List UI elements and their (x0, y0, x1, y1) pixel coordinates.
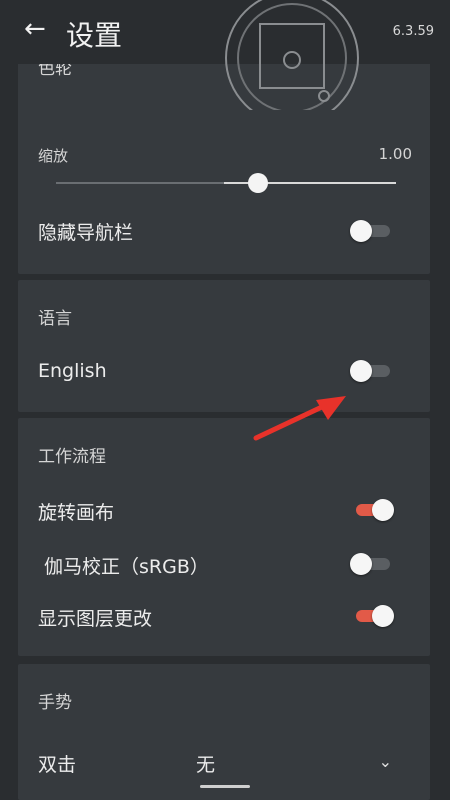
zoom-value: 1.00 (378, 145, 412, 163)
toggle-knob (372, 499, 394, 521)
language-card: 语言 English (18, 280, 430, 412)
rotate-canvas-toggle[interactable] (350, 499, 394, 521)
dropdown-underline (200, 785, 250, 788)
show-layer-changes-toggle[interactable] (350, 605, 394, 627)
double-tap-label: 双击 (38, 754, 77, 776)
toggle-knob (350, 553, 372, 575)
gamma-correction-toggle[interactable] (350, 553, 394, 575)
back-arrow-icon[interactable]: ← (24, 14, 46, 44)
toggle-knob (372, 605, 394, 627)
gestures-card: 手势 双击 无 ⌄ (18, 664, 430, 800)
annotation-arrow-icon (253, 396, 346, 441)
double-tap-value[interactable]: 无 (196, 750, 215, 777)
zoom-slider-thumb[interactable] (247, 173, 268, 193)
section-title-gestures: 手势 (38, 693, 72, 713)
section-title-language: 语言 (38, 309, 72, 329)
english-toggle[interactable] (350, 360, 394, 382)
hide-nav-toggle[interactable] (350, 220, 394, 242)
zoom-label: 缩放 (38, 147, 69, 165)
toggle-knob (350, 220, 372, 242)
chevron-down-icon[interactable]: ⌄ (379, 752, 392, 771)
hide-nav-label: 隐藏导航栏 (38, 222, 134, 244)
rotate-canvas-label: 旋转画布 (38, 502, 115, 524)
gamma-correction-label: 伽马校正（sRGB） (44, 556, 209, 578)
page-title: 设置 (66, 19, 123, 52)
section-title-workflow: 工作流程 (38, 447, 106, 467)
workflow-card: 工作流程 旋转画布 伽马校正（sRGB） 显示图层更改 (18, 418, 430, 656)
toggle-knob (350, 360, 372, 382)
show-layer-changes-label: 显示图层更改 (38, 608, 153, 630)
color-wheel-icon[interactable] (222, 0, 382, 110)
english-label: English (38, 360, 107, 382)
version-label: 6.3.59 (392, 24, 434, 39)
